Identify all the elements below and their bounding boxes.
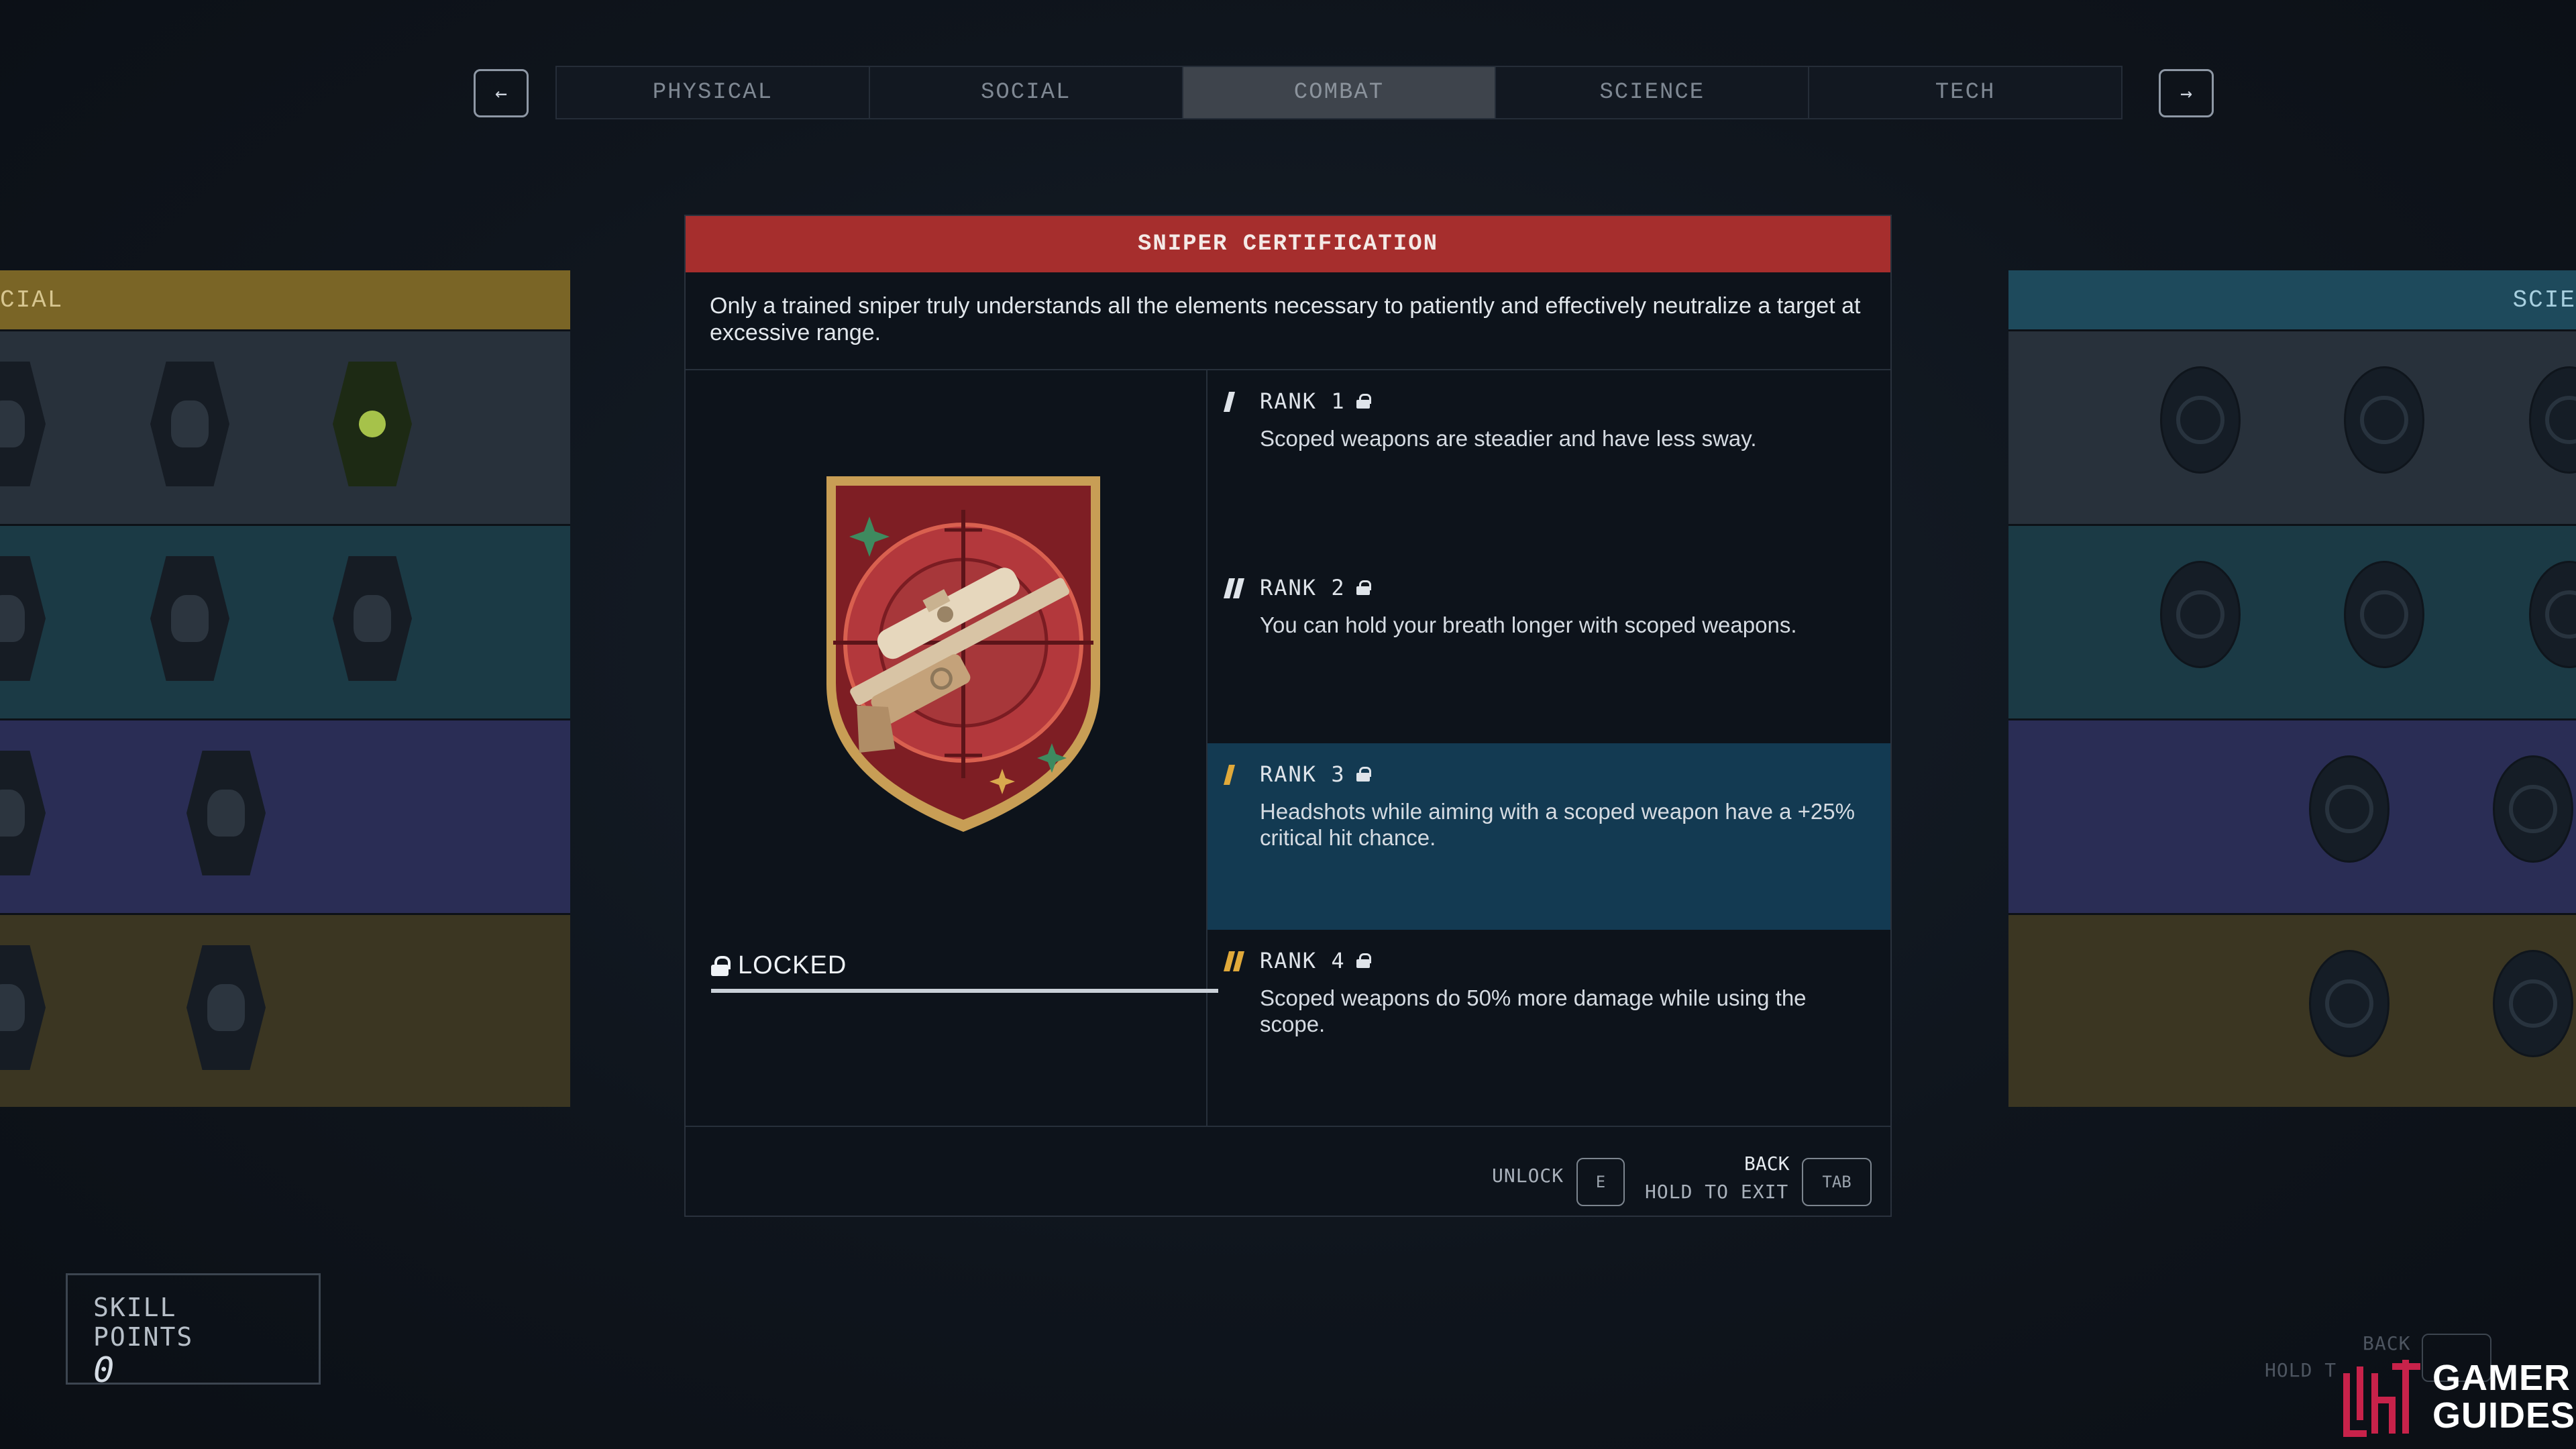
- sniper-rifle-badge-icon: [813, 463, 1114, 839]
- skill-icon[interactable]: [186, 751, 266, 875]
- tab-combat[interactable]: COMBAT: [1183, 67, 1497, 118]
- skill-description: Only a trained sniper truly understands …: [686, 272, 1890, 370]
- science-skill-panel: SCIE: [2008, 270, 2576, 1107]
- social-panel-header: CIAL: [0, 270, 570, 329]
- skill-icon[interactable]: [2529, 561, 2576, 668]
- rank-1-marker-icon: [1223, 392, 1236, 412]
- science-panel-header: SCIE: [2008, 270, 2576, 329]
- progress-bar: [711, 989, 1218, 993]
- skill-icon[interactable]: [0, 556, 46, 681]
- lock-icon: [1356, 953, 1371, 968]
- rank-3[interactable]: RANK 3 Headshots while aiming with a sco…: [1208, 743, 1890, 930]
- ghost-hold-label: HOLD T: [2265, 1359, 2337, 1381]
- skill-tier-row: [2008, 524, 2576, 718]
- rank-4[interactable]: RANK 4 Scoped weapons do 50% more damage…: [1208, 930, 1890, 1116]
- skill-icon[interactable]: [186, 945, 266, 1070]
- rank-4-marker-icon: [1223, 951, 1245, 971]
- rank-2[interactable]: RANK 2 You can hold your breath longer w…: [1208, 557, 1890, 743]
- back-key-button[interactable]: TAB: [1802, 1158, 1872, 1206]
- hold-to-exit-label: HOLD TO EXIT: [1645, 1181, 1789, 1203]
- gamer-guides-watermark: GAMER GUIDES: [2340, 1344, 2576, 1449]
- arrow-left-icon: ←: [494, 81, 508, 105]
- dialog-footer: UNLOCK E BACK HOLD TO EXIT TAB: [686, 1127, 1890, 1214]
- rank-3-marker-icon: [1223, 765, 1236, 785]
- tab-social[interactable]: SOCIAL: [869, 67, 1183, 118]
- skill-icon[interactable]: [0, 945, 46, 1070]
- next-category-button[interactable]: →: [2159, 69, 2214, 117]
- tab-physical[interactable]: PHYSICAL: [557, 67, 870, 118]
- skill-icon[interactable]: [2344, 366, 2424, 474]
- skill-icon[interactable]: [2344, 561, 2424, 668]
- rank-list: RANK 1 Scoped weapons are steadier and h…: [1208, 370, 1890, 1126]
- skill-icon-unlocked[interactable]: [333, 362, 412, 486]
- skill-icon[interactable]: [333, 556, 412, 681]
- skill-tier-row: [0, 524, 570, 718]
- skill-icon[interactable]: [2493, 950, 2573, 1057]
- rank-2-marker-icon: [1223, 578, 1245, 598]
- skill-badge-panel: LOCKED: [686, 370, 1218, 1126]
- skill-tier-row: [2008, 718, 2576, 913]
- skill-icon[interactable]: [2160, 366, 2241, 474]
- unlock-key-button[interactable]: E: [1576, 1158, 1625, 1206]
- skill-icon[interactable]: [0, 362, 46, 486]
- tab-science[interactable]: SCIENCE: [1496, 67, 1810, 118]
- watermark-text: GAMER GUIDES: [2432, 1358, 2576, 1436]
- skill-icon[interactable]: [2160, 561, 2241, 668]
- prev-category-button[interactable]: ←: [474, 69, 529, 117]
- lock-icon: [1356, 394, 1371, 409]
- skill-tier-row: [2008, 913, 2576, 1107]
- skill-detail-dialog: SNIPER CERTIFICATION Only a trained snip…: [684, 215, 1892, 1217]
- skill-tier-row: [2008, 329, 2576, 524]
- skill-icon[interactable]: [2309, 950, 2390, 1057]
- lock-icon: [711, 955, 731, 976]
- category-tabs: PHYSICAL SOCIAL COMBAT SCIENCE TECH: [555, 66, 2123, 119]
- unlock-label: UNLOCK: [1492, 1165, 1564, 1187]
- skill-icon[interactable]: [150, 362, 229, 486]
- skill-icon[interactable]: [150, 556, 229, 681]
- skill-icon[interactable]: [2493, 755, 2573, 863]
- rank-1[interactable]: RANK 1 Scoped weapons are steadier and h…: [1208, 370, 1890, 557]
- lock-icon: [1356, 767, 1371, 782]
- skills-screen: ← PHYSICAL SOCIAL COMBAT SCIENCE TECH → …: [0, 0, 2576, 1449]
- social-skill-panel: CIAL: [0, 270, 570, 1107]
- arrow-right-icon: →: [2180, 81, 2193, 105]
- skill-points-value: 0: [93, 1350, 115, 1391]
- skill-tier-row: [0, 718, 570, 913]
- skill-icon[interactable]: [0, 751, 46, 875]
- skill-detail-body: LOCKED RANK 1 Scoped weapons are steadie…: [686, 370, 1890, 1127]
- skill-icon[interactable]: [2529, 366, 2576, 474]
- lock-status: LOCKED: [711, 951, 847, 980]
- tab-tech[interactable]: TECH: [1809, 67, 2121, 118]
- skill-icon[interactable]: [2309, 755, 2390, 863]
- skill-tier-row: [0, 913, 570, 1107]
- back-label: BACK: [1744, 1152, 1790, 1175]
- lock-icon: [1356, 580, 1371, 595]
- skill-tier-row: [0, 329, 570, 524]
- gamer-guides-logo-icon: [2343, 1360, 2420, 1437]
- skill-points-box: SKILL POINTS 0: [66, 1273, 321, 1389]
- skill-points-label: SKILL POINTS: [93, 1293, 194, 1352]
- skill-title: SNIPER CERTIFICATION: [686, 216, 1890, 272]
